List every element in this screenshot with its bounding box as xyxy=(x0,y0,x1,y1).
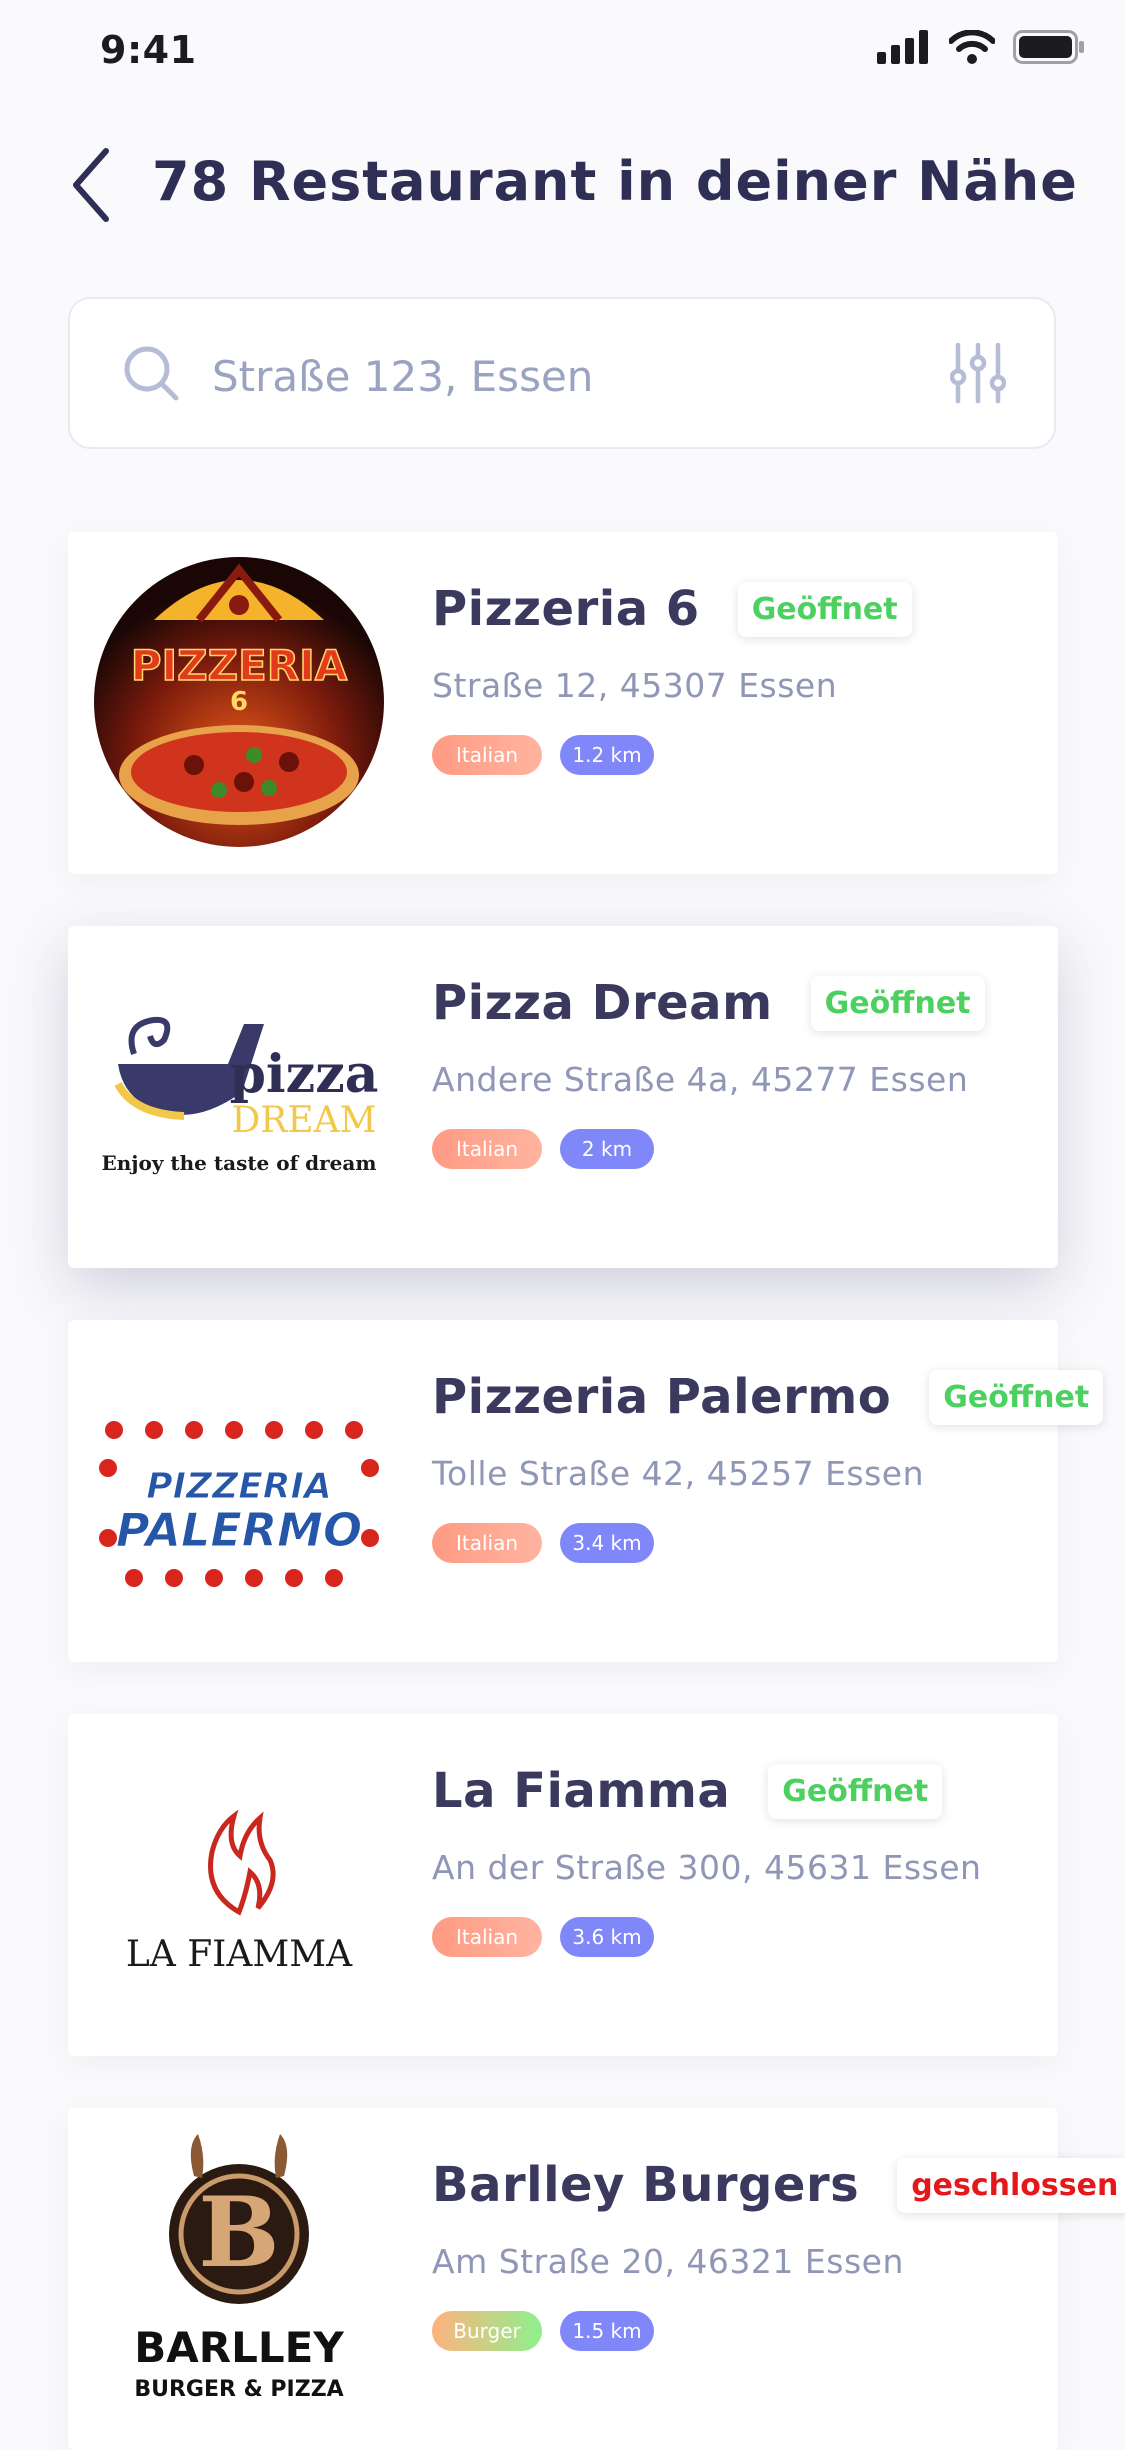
restaurant-name: La Fiamma xyxy=(432,1763,731,1819)
status-badge: Geöffnet xyxy=(768,1763,943,1819)
svg-text:pizza: pizza xyxy=(230,1044,379,1105)
restaurant-name: Pizzeria 6 xyxy=(432,581,700,637)
cuisine-tag: Italian xyxy=(432,1523,542,1563)
restaurant-logo: PIZZERIA PALERMO xyxy=(94,1338,384,1642)
battery-icon xyxy=(1013,30,1084,64)
svg-text:Enjoy the taste of dream: Enjoy the taste of dream xyxy=(101,1151,376,1175)
barlley-burgers-logo: B BARLLEY BURGER & PIZZA xyxy=(134,2134,344,2402)
status-badge: geschlossen xyxy=(897,2157,1125,2213)
svg-text:B: B xyxy=(198,2176,279,2289)
chevron-left-icon xyxy=(73,148,109,222)
svg-text:LA FIAMMA: LA FIAMMA xyxy=(126,1934,353,1975)
svg-text:PIZZERIA: PIZZERIA xyxy=(146,1466,332,1507)
status-badge: Geöffnet xyxy=(810,975,985,1031)
svg-text:PIZZERIA: PIZZERIA xyxy=(131,641,348,690)
pizzeria-palermo-logo: PIZZERIA PALERMO xyxy=(99,1421,379,1587)
page-title: 78 Restaurant in deiner Nähe xyxy=(152,150,1078,213)
status-time: 9:41 xyxy=(100,28,197,72)
svg-text:6: 6 xyxy=(230,687,248,717)
status-bar: 9:41 xyxy=(0,0,1125,100)
restaurant-address: Tolle Straße 42, 45257 Essen xyxy=(432,1454,925,1493)
restaurant-name: Pizzeria Palermo xyxy=(432,1369,892,1425)
filter-icon[interactable] xyxy=(950,341,1006,405)
distance-tag: 1.5 km xyxy=(560,2311,654,2351)
restaurant-logo: pizza DREAM Enjoy the taste of dream xyxy=(94,944,384,1248)
svg-text:BARLLEY: BARLLEY xyxy=(134,2323,344,2372)
cuisine-tag: Italian xyxy=(432,1129,542,1169)
restaurant-card[interactable]: PIZZERIA PALERMO Pizzeria Palermo Geöffn… xyxy=(68,1320,1104,1662)
svg-text:DREAM: DREAM xyxy=(231,1100,376,1141)
cuisine-tag: Burger xyxy=(432,2311,542,2351)
cuisine-tag: Italian xyxy=(432,1917,542,1957)
restaurant-card[interactable]: LA FIAMMA La Fiamma Geöffnet An der Stra… xyxy=(68,1714,1058,2056)
restaurant-address: Andere Straße 4a, 45277 Essen xyxy=(432,1060,969,1099)
pizzeria-6-logo: PIZZERIA 6 xyxy=(94,557,384,847)
restaurant-name: Pizza Dream xyxy=(432,975,773,1031)
status-badge: Geöffnet xyxy=(929,1369,1104,1425)
status-badge: Geöffnet xyxy=(737,581,912,637)
distance-tag: 3.6 km xyxy=(560,1917,654,1957)
distance-tag: 3.4 km xyxy=(560,1523,654,1563)
svg-text:PALERMO: PALERMO xyxy=(116,1503,362,1557)
pizza-dream-logo: pizza DREAM Enjoy the taste of dream xyxy=(101,1016,379,1175)
restaurant-address: Straße 12, 45307 Essen xyxy=(432,666,838,705)
search-input[interactable] xyxy=(210,329,974,423)
cuisine-tag: Italian xyxy=(432,735,542,775)
restaurant-logo: LA FIAMMA xyxy=(94,1732,384,2036)
wifi-icon xyxy=(949,30,995,64)
restaurant-address: Am Straße 20, 46321 Essen xyxy=(432,2242,904,2281)
back-button[interactable] xyxy=(60,140,120,230)
la-fiamma-logo: LA FIAMMA xyxy=(126,1809,353,1975)
restaurant-address: An der Straße 300, 45631 Essen xyxy=(432,1848,982,1887)
search-bar xyxy=(68,297,1056,449)
cellular-signal-icon xyxy=(877,30,928,64)
restaurant-card[interactable]: B BARLLEY BURGER & PIZZA Barlley Burgers… xyxy=(68,2108,1125,2450)
distance-tag: 2 km xyxy=(560,1129,654,1169)
restaurant-logo: B BARLLEY BURGER & PIZZA xyxy=(94,2126,384,2430)
restaurant-logo: PIZZERIA 6 xyxy=(94,550,384,854)
header: 78 Restaurant in deiner Nähe xyxy=(0,130,1125,240)
restaurant-card[interactable]: pizza DREAM Enjoy the taste of dream Piz… xyxy=(68,926,1058,1268)
restaurant-card[interactable]: PIZZERIA 6 Pizzeria 6 Geöffnet Straße 12… xyxy=(68,532,1058,874)
search-icon xyxy=(124,346,179,401)
restaurant-name: Barlley Burgers xyxy=(432,2157,860,2213)
distance-tag: 1.2 km xyxy=(560,735,654,775)
svg-text:BURGER & PIZZA: BURGER & PIZZA xyxy=(134,2377,343,2402)
